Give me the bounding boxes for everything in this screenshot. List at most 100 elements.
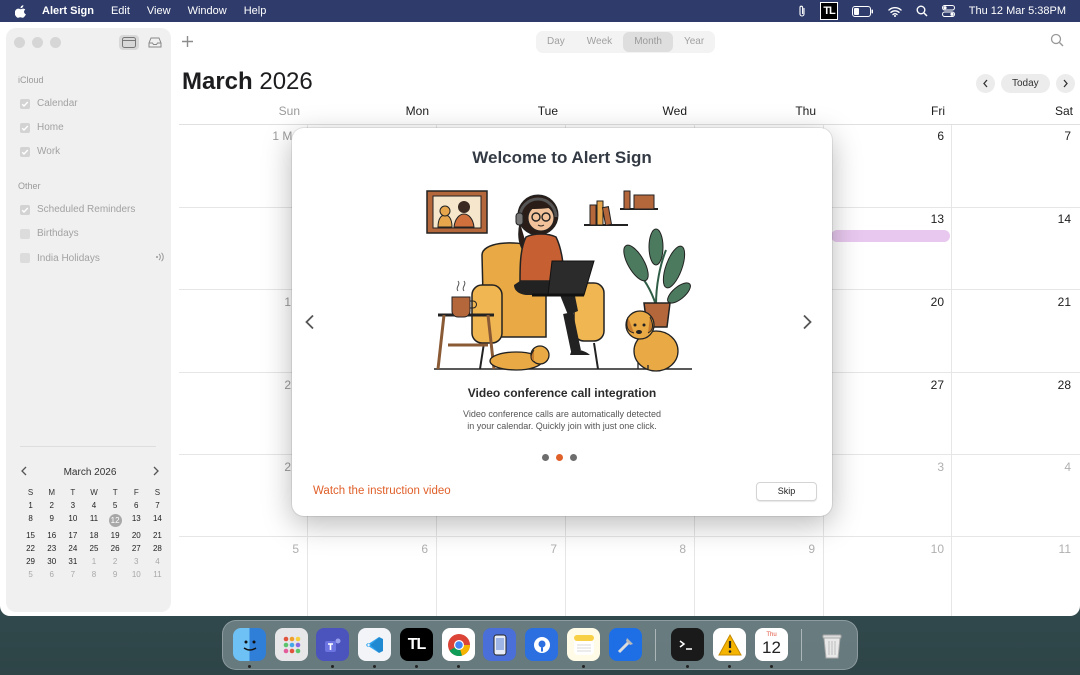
mini-day[interactable]: 8 xyxy=(83,570,104,579)
mini-day[interactable]: 4 xyxy=(147,557,168,566)
mini-day[interactable]: 16 xyxy=(41,531,62,540)
sidebar-item-scheduled-reminders[interactable]: Scheduled Reminders xyxy=(20,204,166,215)
terminal-dock-icon[interactable] xyxy=(671,628,704,661)
calendar-dock-icon[interactable]: Thu 12 xyxy=(755,628,788,661)
day-cell-number[interactable]: 1 Ma xyxy=(239,129,299,143)
menu-window[interactable]: Window xyxy=(188,5,227,17)
tab-year[interactable]: Year xyxy=(673,32,715,52)
mini-day[interactable]: 1 xyxy=(20,501,41,510)
day-cell-number[interactable]: 1 xyxy=(239,295,291,309)
battery-icon[interactable] xyxy=(851,5,874,17)
mini-day[interactable]: 17 xyxy=(62,531,83,540)
tab-week[interactable]: Week xyxy=(576,32,623,52)
mini-day[interactable]: 20 xyxy=(126,531,147,540)
day-cell-number[interactable]: 4 xyxy=(1011,460,1071,474)
sidebar-item-work[interactable]: Work xyxy=(20,146,166,157)
mini-day[interactable]: 9 xyxy=(41,514,62,527)
mini-day[interactable]: 18 xyxy=(83,531,104,540)
page-dot-1[interactable] xyxy=(542,454,549,461)
mini-day[interactable]: 11 xyxy=(83,514,104,527)
vscode-dock-icon[interactable] xyxy=(358,628,391,661)
calendar-list-button[interactable] xyxy=(119,35,139,50)
wifi-icon[interactable] xyxy=(888,6,902,17)
mini-day[interactable]: 31 xyxy=(62,557,83,566)
checkbox-checked-icon[interactable] xyxy=(20,98,30,109)
mini-day[interactable]: 27 xyxy=(126,544,147,553)
inbox-button[interactable] xyxy=(145,35,165,50)
mini-day[interactable]: 19 xyxy=(105,531,126,540)
mini-day[interactable]: 4 xyxy=(83,501,104,510)
mini-day[interactable]: 29 xyxy=(20,557,41,566)
alert-sign-dock-icon[interactable] xyxy=(713,628,746,661)
mini-day[interactable]: 15 xyxy=(20,531,41,540)
day-cell-number[interactable]: 3 xyxy=(884,460,944,474)
next-month-button[interactable] xyxy=(1055,74,1075,93)
mini-day[interactable]: 26 xyxy=(105,544,126,553)
sidebar-item-birthdays[interactable]: Birthdays xyxy=(20,228,166,239)
mini-day[interactable]: 7 xyxy=(62,570,83,579)
checkbox-unchecked-icon[interactable] xyxy=(20,228,30,239)
mini-day[interactable]: 6 xyxy=(41,570,62,579)
proxyman-dock-icon[interactable] xyxy=(525,628,558,661)
mini-day[interactable]: 21 xyxy=(147,531,168,540)
checkbox-checked-icon[interactable] xyxy=(20,122,30,133)
tl-dock-icon[interactable]: TL xyxy=(400,628,433,661)
simulator-dock-icon[interactable] xyxy=(483,628,516,661)
teams-dock-icon[interactable] xyxy=(316,628,349,661)
calendar-search-button[interactable] xyxy=(1050,33,1064,52)
page-dot-2[interactable] xyxy=(556,454,563,461)
mini-day[interactable]: 6 xyxy=(126,501,147,510)
day-cell-number[interactable]: 20 xyxy=(884,295,944,309)
mini-day[interactable]: 10 xyxy=(62,514,83,527)
add-event-button[interactable] xyxy=(181,33,194,53)
close-window-button[interactable] xyxy=(14,37,25,48)
mini-day[interactable]: 11 xyxy=(147,570,168,579)
mini-day[interactable]: 23 xyxy=(41,544,62,553)
page-dot-3[interactable] xyxy=(570,454,577,461)
finder-dock-icon[interactable] xyxy=(233,628,266,661)
day-cell-number[interactable]: 10 xyxy=(884,542,944,556)
sidebar-item-calendar[interactable]: Calendar xyxy=(20,98,166,109)
mini-day[interactable]: 2 xyxy=(41,501,62,510)
day-cell-number[interactable]: 7 xyxy=(1011,129,1071,143)
day-cell-number[interactable]: 21 xyxy=(1011,295,1071,309)
day-cell-number[interactable]: 13 xyxy=(884,212,944,226)
mini-day[interactable]: 2 xyxy=(105,557,126,566)
mini-day[interactable]: 9 xyxy=(105,570,126,579)
menu-clock[interactable]: Thu 12 Mar 5:38PM xyxy=(969,5,1066,17)
tl-tray-icon[interactable]: TL xyxy=(820,2,838,20)
mini-day[interactable]: 24 xyxy=(62,544,83,553)
day-cell-number[interactable]: 2 xyxy=(239,460,291,474)
today-button[interactable]: Today xyxy=(1001,74,1050,93)
menu-view[interactable]: View xyxy=(147,5,171,17)
mini-next-month-button[interactable] xyxy=(152,466,160,479)
notes-dock-icon[interactable] xyxy=(567,628,600,661)
mini-day[interactable]: 10 xyxy=(126,570,147,579)
day-cell-number[interactable]: 2 xyxy=(239,378,291,392)
launchpad-dock-icon[interactable] xyxy=(275,628,308,661)
menu-edit[interactable]: Edit xyxy=(111,5,130,17)
mini-day[interactable]: 3 xyxy=(62,501,83,510)
day-cell-number[interactable]: 27 xyxy=(884,378,944,392)
menu-app-name[interactable]: Alert Sign xyxy=(42,5,94,17)
paperclip-icon[interactable] xyxy=(798,5,806,18)
skip-button[interactable]: Skip xyxy=(756,482,817,501)
day-cell-number[interactable]: 14 xyxy=(1011,212,1071,226)
day-cell-number[interactable]: 28 xyxy=(1011,378,1071,392)
sidebar-item-home[interactable]: Home xyxy=(20,122,166,133)
day-cell-number[interactable]: 6 xyxy=(884,129,944,143)
checkbox-unchecked-icon[interactable] xyxy=(20,253,30,263)
apple-icon[interactable] xyxy=(15,4,28,18)
day-cell-number[interactable]: 6 xyxy=(368,542,428,556)
day-cell-number[interactable]: 8 xyxy=(626,542,686,556)
prev-month-button[interactable] xyxy=(976,74,995,93)
tab-day[interactable]: Day xyxy=(536,32,576,52)
mini-day[interactable]: 7 xyxy=(147,501,168,510)
day-cell-number[interactable]: 5 xyxy=(239,542,299,556)
control-center-icon[interactable] xyxy=(941,5,955,17)
calendar-event-bar[interactable] xyxy=(831,230,950,242)
mini-day[interactable]: 12 xyxy=(105,514,126,527)
mini-day[interactable]: 14 xyxy=(147,514,168,527)
mini-day[interactable]: 13 xyxy=(126,514,147,527)
mini-day[interactable]: 25 xyxy=(83,544,104,553)
